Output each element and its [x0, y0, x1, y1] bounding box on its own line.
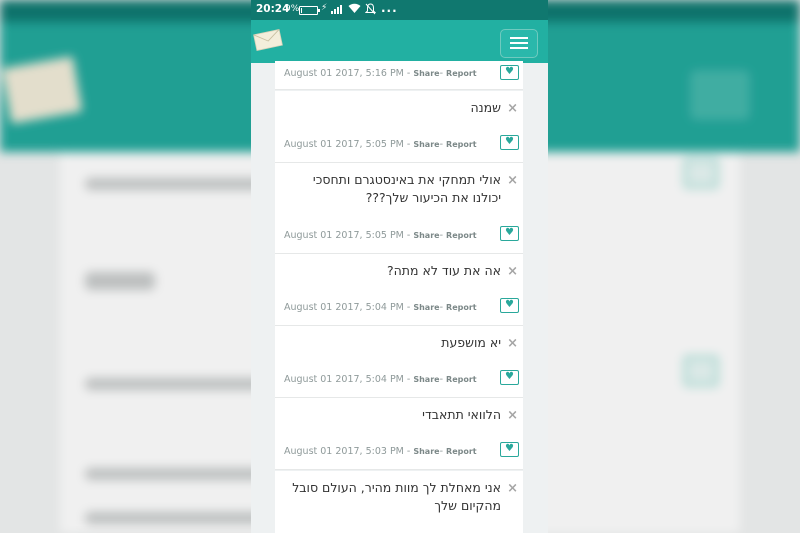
message-text: הלוואי תתאבדי — [422, 407, 501, 422]
shade — [0, 0, 251, 533]
message-meta: August 01 2017, 5:05 PM - Share- Report — [284, 139, 477, 150]
mute-icon — [364, 3, 377, 18]
close-icon[interactable]: × — [507, 336, 518, 351]
share-link[interactable]: Share — [413, 231, 439, 240]
charging-icon: ⚡ — [321, 3, 328, 13]
signal-icon — [331, 5, 343, 14]
close-icon[interactable]: × — [507, 101, 518, 116]
close-icon[interactable]: × — [507, 173, 518, 188]
close-icon[interactable]: × — [507, 408, 518, 423]
report-link[interactable]: Report — [446, 303, 477, 312]
shade — [548, 0, 800, 533]
report-link[interactable]: Report — [446, 140, 477, 149]
share-link[interactable]: Share — [413, 303, 439, 312]
heart-icon[interactable]: ♥ — [500, 65, 519, 80]
message-text: אה את עוד לא מתה? — [386, 263, 501, 278]
report-link[interactable]: Report — [446, 69, 477, 78]
message-date: August 01 2017, 5:05 PM — [284, 230, 404, 241]
app-bar — [251, 20, 548, 63]
message-text: אני מאחלת לך מוות מהיר, העולם סובל מהקיו… — [292, 480, 501, 513]
close-icon[interactable]: × — [507, 481, 518, 496]
share-link[interactable]: Share — [413, 140, 439, 149]
heart-icon[interactable]: ♥ — [500, 298, 519, 313]
close-icon[interactable]: × — [507, 264, 518, 279]
report-link[interactable]: Report — [446, 231, 477, 240]
share-link[interactable]: Share — [413, 375, 439, 384]
message-card: אולי תמחקי את באינסטגרם ותחסכי יכולנו את… — [275, 163, 523, 254]
message-card: יא מושפעת × August 01 2017, 5:04 PM - Sh… — [275, 326, 523, 398]
message-date: August 01 2017, 5:16 PM — [284, 68, 404, 79]
message-card: אני מאחלת לך מוות מהיר, העולם סובל מהקיו… — [275, 471, 523, 533]
report-link[interactable]: Report — [446, 375, 477, 384]
hamburger-menu-icon[interactable] — [500, 29, 538, 58]
message-date: August 01 2017, 5:03 PM — [284, 446, 404, 457]
message-meta: August 01 2017, 5:04 PM - Share- Report — [284, 374, 477, 385]
battery-icon — [299, 6, 320, 15]
message-meta: August 01 2017, 5:04 PM - Share- Report — [284, 302, 477, 313]
status-bar: 20:24 9% ⚡ ... — [251, 0, 548, 20]
heart-icon[interactable]: ♥ — [500, 442, 519, 457]
report-link[interactable]: Report — [446, 447, 477, 456]
message-meta: August 01 2017, 5:16 PM - Share- Report — [284, 68, 477, 79]
message-date: August 01 2017, 5:04 PM — [284, 374, 404, 385]
heart-icon[interactable]: ♥ — [500, 370, 519, 385]
heart-icon[interactable]: ♥ — [500, 135, 519, 150]
share-link[interactable]: Share — [413, 447, 439, 456]
phone-screen: 20:24 9% ⚡ ... August 01 2017, 5:16 PM -… — [251, 0, 548, 533]
message-date: August 01 2017, 5:05 PM — [284, 139, 404, 150]
message-meta: August 01 2017, 5:05 PM - Share- Report — [284, 230, 477, 241]
message-meta: August 01 2017, 5:03 PM - Share- Report — [284, 446, 477, 457]
message-card: August 01 2017, 5:16 PM - Share- Report … — [275, 61, 523, 90]
share-link[interactable]: Share — [413, 69, 439, 78]
message-card: הלוואי תתאבדי × August 01 2017, 5:03 PM … — [275, 398, 523, 470]
battery-percent: 9% — [285, 4, 300, 14]
more-icon: ... — [381, 1, 398, 15]
envelope-icon[interactable] — [253, 29, 283, 51]
message-card: אה את עוד לא מתה? × August 01 2017, 5:04… — [275, 254, 523, 326]
wifi-icon — [348, 3, 361, 17]
message-date: August 01 2017, 5:04 PM — [284, 302, 404, 313]
heart-icon[interactable]: ♥ — [500, 226, 519, 241]
message-text: יא מושפעת — [441, 335, 501, 350]
message-card: שמנה × August 01 2017, 5:05 PM - Share- … — [275, 91, 523, 163]
message-text: שמנה — [470, 100, 501, 115]
message-text: אולי תמחקי את באינסטגרם ותחסכי יכולנו את… — [312, 172, 501, 205]
